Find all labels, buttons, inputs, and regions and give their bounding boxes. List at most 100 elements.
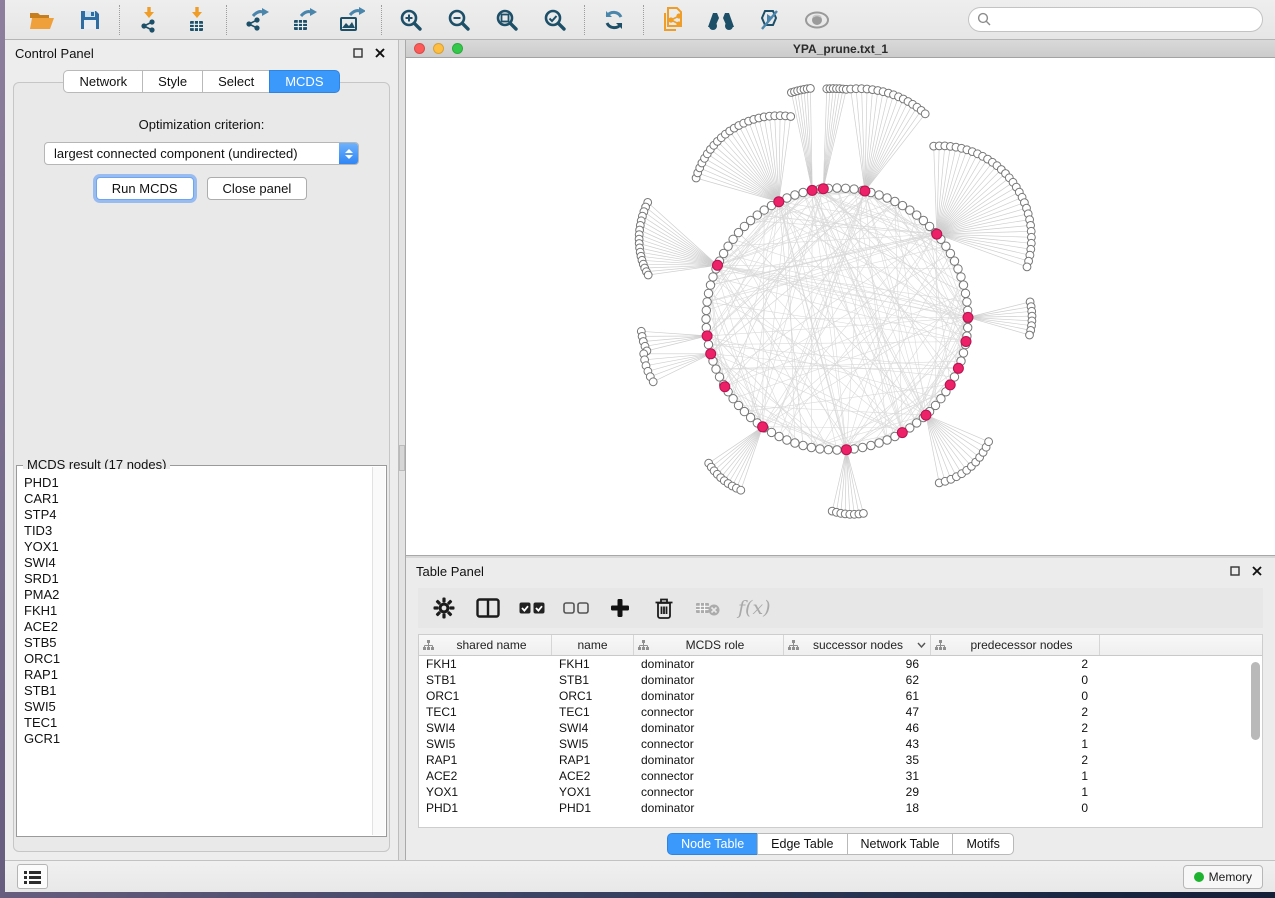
table-row[interactable]: RAP1RAP1dominator352 — [419, 752, 1262, 768]
table-cell[interactable]: 2 — [931, 704, 1100, 720]
hide-annotations-button[interactable] — [752, 4, 786, 36]
mcds-result-item[interactable]: STB5 — [24, 635, 372, 651]
close-table-panel-icon[interactable] — [1249, 563, 1265, 579]
table-cell[interactable]: FKH1 — [552, 656, 634, 672]
mcds-result-item[interactable]: STP4 — [24, 507, 372, 523]
mcds-result-item[interactable]: ACE2 — [24, 619, 372, 635]
column-layout-button[interactable] — [474, 594, 502, 622]
import-network-button[interactable] — [132, 4, 166, 36]
mcds-result-item[interactable]: PMA2 — [24, 587, 372, 603]
column-header-predecessor-nodes[interactable]: predecessor nodes — [931, 635, 1100, 655]
network-graph[interactable] — [406, 58, 1275, 555]
table-cell[interactable]: 31 — [784, 768, 931, 784]
table-row[interactable]: TEC1TEC1connector472 — [419, 704, 1262, 720]
zoom-out-button[interactable] — [442, 4, 476, 36]
table-cell[interactable]: 1 — [931, 784, 1100, 800]
mcds-result-item[interactable]: FKH1 — [24, 603, 372, 619]
mcds-result-item[interactable]: TEC1 — [24, 715, 372, 731]
mcds-result-item[interactable]: SRD1 — [24, 571, 372, 587]
mcds-result-item[interactable]: SWI5 — [24, 699, 372, 715]
add-column-button[interactable] — [606, 594, 634, 622]
table-cell[interactable]: PHD1 — [419, 800, 552, 816]
column-header-successor-nodes[interactable]: successor nodes — [784, 635, 931, 655]
table-scrollbar-thumb[interactable] — [1251, 662, 1260, 740]
table-cell[interactable]: ACE2 — [552, 768, 634, 784]
table-cell[interactable]: YOX1 — [419, 784, 552, 800]
table-cell[interactable]: ORC1 — [419, 688, 552, 704]
refresh-button[interactable] — [597, 4, 631, 36]
table-cell[interactable]: SWI4 — [419, 720, 552, 736]
table-cell[interactable]: dominator — [634, 688, 784, 704]
table-cell[interactable]: FKH1 — [419, 656, 552, 672]
table-cell[interactable]: 18 — [784, 800, 931, 816]
table-cell[interactable]: 0 — [931, 688, 1100, 704]
table-cell[interactable]: 29 — [784, 784, 931, 800]
table-cell[interactable]: RAP1 — [419, 752, 552, 768]
save-session-button[interactable] — [73, 4, 107, 36]
mcds-result-item[interactable]: SWI4 — [24, 555, 372, 571]
table-row[interactable]: YOX1YOX1connector291 — [419, 784, 1262, 800]
tab-motifs[interactable]: Motifs — [952, 833, 1013, 855]
search-input[interactable] — [992, 12, 1254, 27]
mcds-result-item[interactable]: STB1 — [24, 683, 372, 699]
deselect-all-checkboxes-button[interactable] — [562, 594, 590, 622]
mcds-result-item[interactable]: TID3 — [24, 523, 372, 539]
column-header-shared-name[interactable]: shared name — [419, 635, 552, 655]
table-row[interactable]: ORC1ORC1dominator610 — [419, 688, 1262, 704]
table-row[interactable]: SWI4SWI4dominator462 — [419, 720, 1262, 736]
table-cell[interactable]: TEC1 — [552, 704, 634, 720]
task-history-button[interactable] — [17, 864, 48, 889]
export-image-button[interactable] — [335, 4, 369, 36]
search-network-button[interactable] — [704, 4, 738, 36]
table-cell[interactable]: YOX1 — [552, 784, 634, 800]
table-row[interactable]: STB1STB1dominator620 — [419, 672, 1262, 688]
import-table-button[interactable] — [180, 4, 214, 36]
tab-edge-table[interactable]: Edge Table — [757, 833, 846, 855]
settings-gear-button[interactable] — [430, 594, 458, 622]
table-cell[interactable]: STB1 — [419, 672, 552, 688]
table-cell[interactable]: dominator — [634, 656, 784, 672]
table-cell[interactable]: SWI5 — [552, 736, 634, 752]
table-cell[interactable]: connector — [634, 704, 784, 720]
optimization-criterion-select[interactable]: largest connected component (undirected) — [44, 142, 359, 165]
table-cell[interactable]: connector — [634, 768, 784, 784]
export-table-button[interactable] — [287, 4, 321, 36]
mcds-result-item[interactable]: GCR1 — [24, 731, 372, 747]
table-cell[interactable]: 62 — [784, 672, 931, 688]
zoom-selected-button[interactable] — [538, 4, 572, 36]
panel-splitter[interactable] — [398, 40, 406, 860]
table-cell[interactable]: TEC1 — [419, 704, 552, 720]
mcds-result-item[interactable]: ORC1 — [24, 651, 372, 667]
float-panel-icon[interactable] — [350, 45, 366, 61]
close-panel-icon[interactable] — [372, 45, 388, 61]
delete-column-button[interactable] — [650, 594, 678, 622]
table-cell[interactable]: 0 — [931, 672, 1100, 688]
table-cell[interactable]: PHD1 — [552, 800, 634, 816]
run-mcds-button[interactable]: Run MCDS — [96, 177, 194, 200]
show-eye-button[interactable] — [800, 4, 834, 36]
table-cell[interactable]: ACE2 — [419, 768, 552, 784]
tab-node-table[interactable]: Node Table — [667, 833, 757, 855]
table-cell[interactable]: 35 — [784, 752, 931, 768]
table-cell[interactable]: dominator — [634, 672, 784, 688]
memory-button[interactable]: Memory — [1183, 865, 1263, 889]
zoom-in-button[interactable] — [394, 4, 428, 36]
table-row[interactable]: FKH1FKH1dominator962 — [419, 656, 1262, 672]
table-cell[interactable]: dominator — [634, 800, 784, 816]
tab-mcds[interactable]: MCDS — [269, 70, 339, 93]
table-cell[interactable]: RAP1 — [552, 752, 634, 768]
table-cell[interactable]: 96 — [784, 656, 931, 672]
open-file-button[interactable] — [25, 4, 59, 36]
zoom-fit-button[interactable] — [490, 4, 524, 36]
table-cell[interactable]: 43 — [784, 736, 931, 752]
table-cell[interactable]: 0 — [931, 800, 1100, 816]
table-row[interactable]: PHD1PHD1dominator180 — [419, 800, 1262, 816]
splitter-grip[interactable] — [399, 445, 405, 471]
float-table-panel-icon[interactable] — [1227, 563, 1243, 579]
table-cell[interactable]: 1 — [931, 736, 1100, 752]
close-panel-button[interactable]: Close panel — [207, 177, 308, 200]
table-cell[interactable]: 1 — [931, 768, 1100, 784]
tab-style[interactable]: Style — [142, 70, 202, 93]
table-cell[interactable]: connector — [634, 736, 784, 752]
tab-network-table[interactable]: Network Table — [847, 833, 953, 855]
